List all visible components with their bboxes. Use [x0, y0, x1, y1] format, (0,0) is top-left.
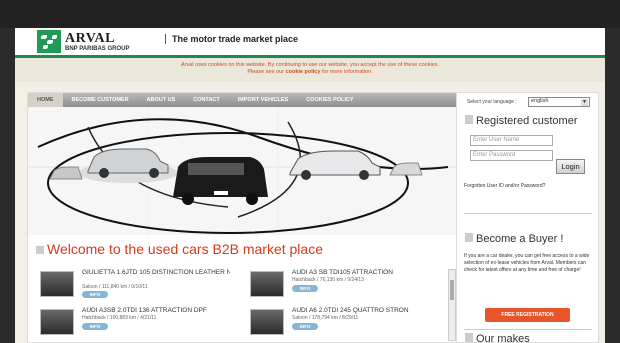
car-description: Saloon / 111,840 km / 0/10/11: [82, 284, 148, 290]
welcome-heading: Welcome to the used cars B2B market plac…: [36, 241, 323, 257]
cookie-text-pre: Please see our: [247, 69, 285, 75]
info-button[interactable]: INFO: [292, 285, 318, 292]
car-title[interactable]: AUDI A3 SB TDI105 ATTRACTION: [292, 269, 440, 276]
car-description: Saloon / 178,794 km / 8/29/11: [292, 315, 359, 321]
free-registration-button[interactable]: FREE REGISTRATION: [485, 308, 570, 322]
info-button[interactable]: INFO: [82, 323, 108, 330]
language-value: english: [531, 98, 549, 104]
makes-title: Our makes: [476, 333, 530, 343]
cookie-line-1: Arval uses cookies on this website. By c…: [180, 62, 440, 68]
listing-scrollbar[interactable]: [448, 269, 456, 341]
arval-logo-icon[interactable]: [37, 30, 61, 53]
info-button[interactable]: INFO: [82, 291, 108, 298]
info-button[interactable]: INFO: [292, 323, 318, 330]
nav-become-customer[interactable]: BECOME CUSTOMER: [63, 93, 138, 107]
nav-about-us[interactable]: ABOUT US: [138, 93, 185, 107]
site-tagline: The motor trade market place: [165, 34, 298, 44]
buyer-title: Become a Buyer !: [476, 233, 564, 245]
buyer-heading: Become a Buyer !: [465, 233, 563, 245]
car-thumbnail[interactable]: [40, 271, 74, 297]
car-description: Hatchback / 76,130 km / 9/24/13: [292, 277, 364, 283]
login-button[interactable]: Login: [556, 159, 585, 174]
cookie-line-2: Please see our cookie policy for more in…: [15, 69, 605, 76]
registered-title: Registered customer: [476, 115, 578, 127]
scrollbar-thumb[interactable]: [450, 280, 454, 300]
divider: [464, 329, 592, 330]
car-title[interactable]: AUDI A6 2.0TDI 245 QUATTRO STRON: [292, 307, 440, 314]
divider: [464, 213, 592, 214]
section-bullet-icon: [465, 115, 473, 124]
cookie-banner: Arval uses cookies on this website. By c…: [15, 58, 605, 82]
section-bullet-icon: [465, 233, 473, 242]
car-thumbnail[interactable]: [250, 309, 284, 335]
page-body: HOME BECOME CUSTOMER ABOUT US CONTACT IM…: [15, 82, 605, 343]
makes-heading: Our makes: [465, 333, 530, 343]
welcome-text: Welcome to the used cars B2B market plac…: [47, 241, 323, 257]
car-description: Hatchback / 100,883 km / 4/21/11: [82, 315, 157, 321]
username-input[interactable]: Enter User Name: [470, 135, 553, 146]
car-title[interactable]: AUDI A3SB 2.0TDI 136 ATTRACTION DPF: [82, 307, 230, 314]
section-bullet-icon: [36, 246, 44, 254]
list-item[interactable]: GIULIETTA 1.6JTD 105 DISTINCTION LEATHER…: [40, 269, 230, 301]
hero-banner-image: [28, 107, 464, 235]
registered-heading: Registered customer: [465, 115, 578, 127]
sidebar: Select your language : english ▼ Registe…: [456, 92, 599, 343]
language-label: Select your language :: [467, 99, 517, 105]
site-header: ARVAL BNP PARIBAS GROUP The motor trade …: [15, 28, 605, 58]
vehicle-listing: GIULIETTA 1.6JTD 105 DISTINCTION LEATHER…: [40, 269, 456, 341]
chevron-down-icon: ▼: [581, 99, 588, 106]
list-item[interactable]: AUDI A6 2.0TDI 245 QUATTRO STRON Saloon …: [250, 307, 440, 339]
hero-cars-illustration: [28, 107, 464, 235]
cookie-text-post: for more information.: [321, 69, 373, 75]
buyer-description: If you are a car dealer, you can get fre…: [464, 253, 590, 273]
list-item[interactable]: AUDI A3 SB TDI105 ATTRACTION Hatchback /…: [250, 269, 440, 301]
nav-cookies-policy[interactable]: COOKIES POLICY: [297, 93, 362, 107]
forgot-password-link[interactable]: Forgotten User ID and/or Password?: [464, 183, 545, 189]
car-thumbnail[interactable]: [250, 271, 284, 297]
section-bullet-icon: [465, 333, 473, 342]
brand-subtitle: BNP PARIBAS GROUP: [65, 46, 130, 52]
car-title[interactable]: GIULIETTA 1.6JTD 105 DISTINCTION LEATHER…: [82, 269, 230, 283]
car-thumbnail[interactable]: [40, 309, 74, 335]
language-select[interactable]: english ▼: [528, 97, 590, 107]
list-item[interactable]: AUDI A3SB 2.0TDI 136 ATTRACTION DPF Hatc…: [40, 307, 230, 339]
nav-home[interactable]: HOME: [28, 93, 63, 107]
main-nav: HOME BECOME CUSTOMER ABOUT US CONTACT IM…: [28, 93, 464, 107]
brand-name: ARVAL: [65, 31, 115, 46]
top-band: [0, 0, 620, 28]
cookie-policy-link[interactable]: cookie policy: [286, 69, 321, 75]
password-input[interactable]: Enter Password: [470, 150, 553, 161]
main-content: HOME BECOME CUSTOMER ABOUT US CONTACT IM…: [27, 92, 465, 343]
nav-contact[interactable]: CONTACT: [184, 93, 228, 107]
nav-import-vehicles[interactable]: IMPORT VEHICLES: [229, 93, 297, 107]
